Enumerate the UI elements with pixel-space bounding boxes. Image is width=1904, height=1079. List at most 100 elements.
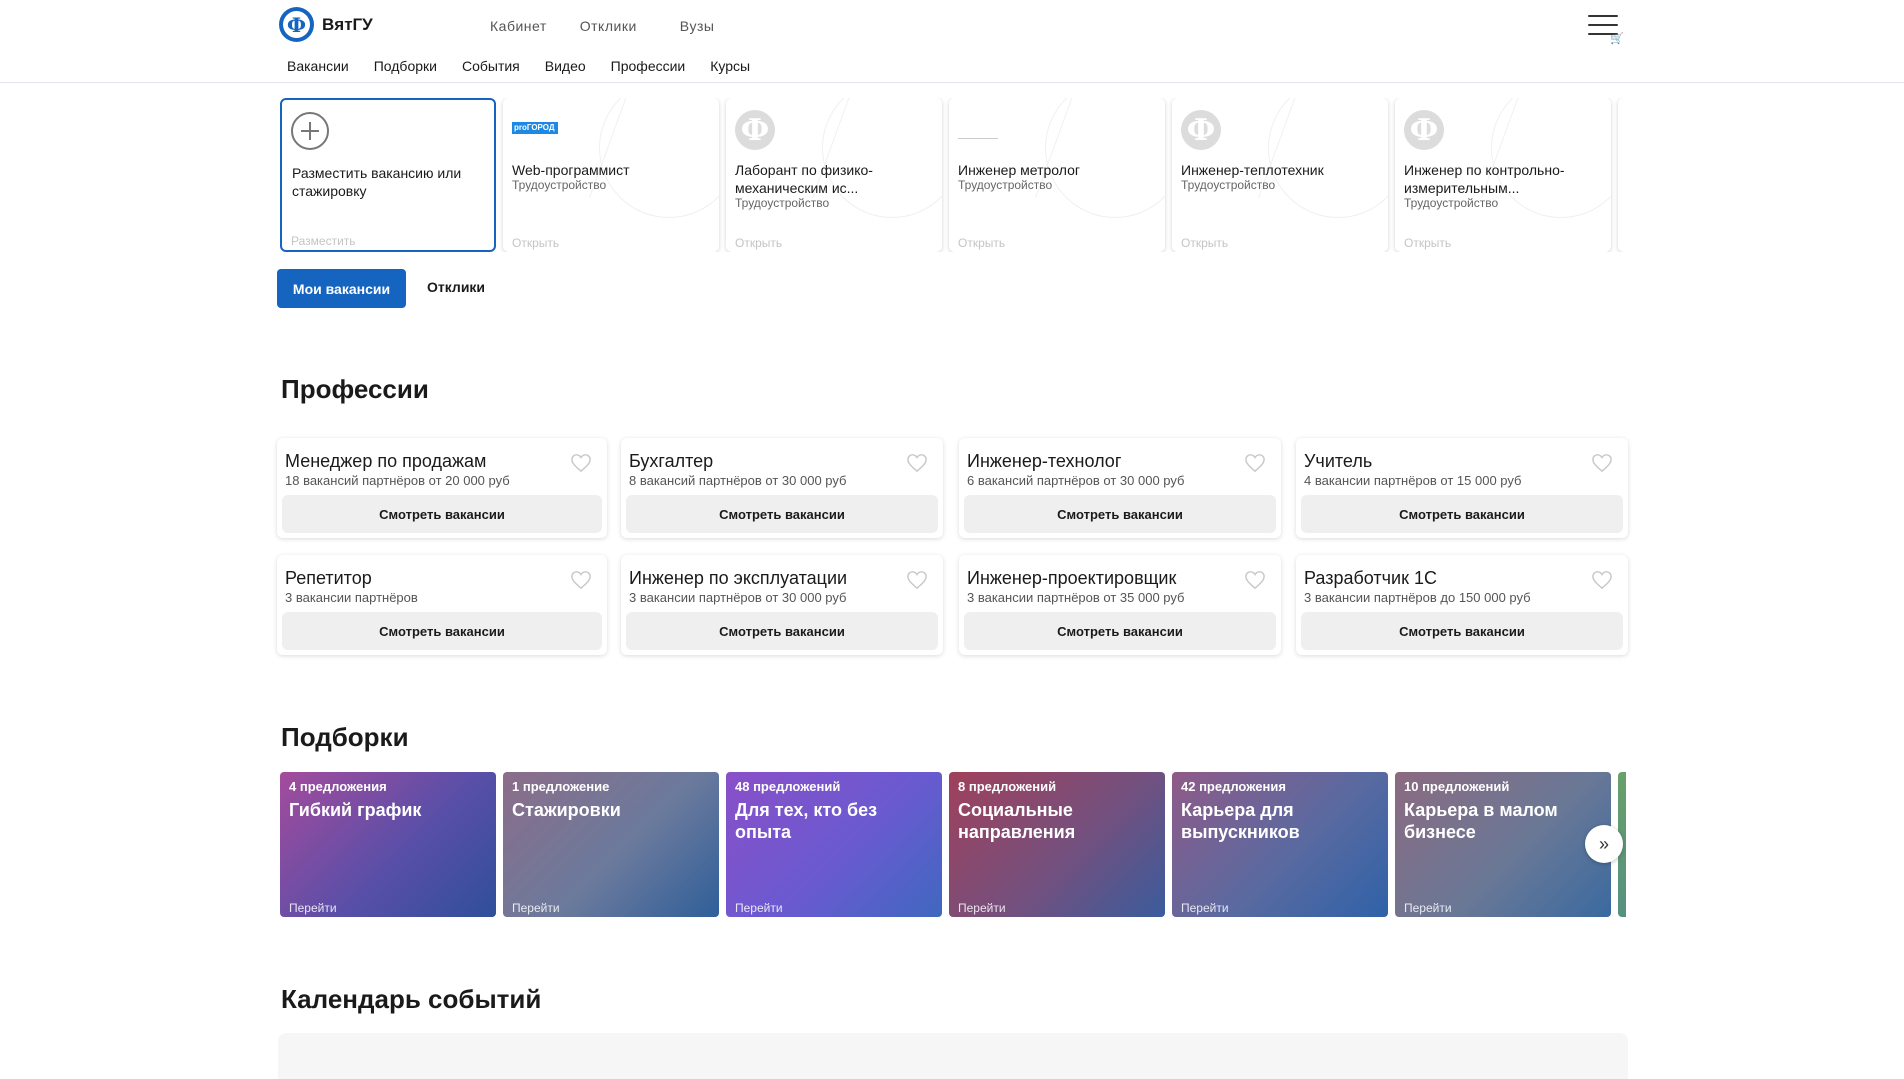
plus-icon: [291, 112, 329, 150]
view-vacancies-button[interactable]: Смотреть вакансии: [964, 612, 1276, 650]
nav-responses[interactable]: Отклики: [580, 18, 637, 34]
view-vacancies-button[interactable]: Смотреть вакансии: [1301, 495, 1623, 533]
collection-title: Для тех, кто без опыта: [735, 800, 878, 842]
responses-tab[interactable]: Отклики: [427, 279, 485, 295]
subnav-courses[interactable]: Курсы: [710, 58, 750, 74]
view-vacancies-button[interactable]: Смотреть вакансии: [1301, 612, 1623, 650]
view-vacancies-button[interactable]: Смотреть вакансии: [626, 495, 938, 533]
vacancy-type: Трудоустройство: [958, 178, 1053, 192]
vacancy-card[interactable]: Инженер метролог Трудоустройство Открыть: [949, 98, 1165, 252]
collection-card[interactable]: 8 предложений Социальные направления Перей…: [949, 772, 1165, 917]
collection-go-link[interactable]: Перейти: [1181, 901, 1229, 915]
profession-subtitle: 3 вакансии партнёров от 30 000 руб: [629, 590, 847, 605]
profession-card: Инженер-технолог 6 вакансий партнёров от …: [959, 438, 1281, 538]
collection-title: Стажировки: [512, 800, 621, 820]
collection-title: Гибкий график: [289, 800, 422, 820]
collection-card[interactable]: 10 предложений Карьера в малом бизнесе Пер…: [1395, 772, 1611, 917]
profession-title: Инженер-технолог: [967, 451, 1122, 471]
heart-icon[interactable]: [570, 570, 592, 590]
profession-title: Менеджер по продажам: [285, 451, 487, 471]
heart-icon[interactable]: [1244, 570, 1266, 590]
professions-heading: Профессии: [281, 374, 429, 404]
vacancy-type: Трудоустройство: [1404, 196, 1499, 210]
vacancy-action: Разместить: [291, 234, 356, 248]
vacancy-title: Лаборант по физико-механическим ис...: [735, 162, 873, 196]
heart-icon[interactable]: [906, 570, 928, 590]
vacancy-card[interactable]: Ф Лаборант по физико-механическим ис... …: [726, 98, 942, 252]
profession-subtitle: 3 вакансии партнёров: [285, 590, 418, 605]
vacancy-open-link[interactable]: Открыть: [512, 236, 559, 250]
profession-title: Учитель: [1304, 451, 1373, 471]
collection-count: 4 предложения: [289, 779, 387, 794]
add-vacancy-card[interactable]: Разместить вакансию или стажировку Разме…: [280, 98, 496, 252]
collection-card[interactable]: 48 предложений Для тех, кто без опыта Пере…: [726, 772, 942, 917]
profession-card: Разработчик 1С 3 вакансии партнёров до 15…: [1296, 555, 1628, 655]
vacancy-card[interactable]: proГОРОД Web-программист Трудоустройство…: [503, 98, 719, 252]
view-vacancies-button[interactable]: Смотреть вакансии: [626, 612, 938, 650]
collection-go-link[interactable]: Перейти: [289, 901, 337, 915]
progorod-logo: proГОРОД: [512, 110, 558, 134]
heart-icon[interactable]: [570, 453, 592, 473]
subnav-vacancies[interactable]: Вакансии: [287, 58, 349, 74]
profession-title: Репетитор: [285, 568, 372, 588]
vacancy-open-link[interactable]: Открыть: [1181, 236, 1228, 250]
collection-title: Карьера в малом бизнесе: [1404, 800, 1558, 842]
vacancy-card[interactable]: Ф Инженер по контрольно-измерительным...…: [1395, 98, 1611, 252]
vacancy-title: Web-программист: [512, 162, 630, 178]
profession-title: Разработчик 1С: [1304, 568, 1437, 588]
vacancy-title: Инженер по контрольно-измерительным...: [1404, 162, 1565, 196]
vacancy-open-link[interactable]: Открыть: [735, 236, 782, 250]
view-vacancies-button[interactable]: Смотреть вакансии: [282, 495, 602, 533]
collections-heading: Подборки: [281, 722, 409, 752]
logo[interactable]: Ф ВятГУ: [279, 7, 373, 42]
carousel-next-icon[interactable]: »: [1585, 825, 1623, 863]
nav-universities[interactable]: Вузы: [680, 18, 715, 34]
view-vacancies-button[interactable]: Смотреть вакансии: [282, 612, 602, 650]
collection-go-link[interactable]: Перейти: [512, 901, 560, 915]
menu-icon[interactable]: 🛒: [1588, 12, 1624, 46]
collection-count: 8 предложений: [958, 779, 1057, 794]
profession-title: Инженер-проектировщик: [967, 568, 1177, 588]
profession-card: Инженер-проектировщик 3 вакансии партнёро…: [959, 555, 1281, 655]
top-nav: Кабинет Отклики Вузы: [490, 18, 714, 34]
logo-icon: Ф: [279, 7, 314, 42]
subnav-video[interactable]: Видео: [545, 58, 586, 74]
collection-count: 10 предложений: [1404, 779, 1510, 794]
site-header: Ф ВятГУ Кабинет Отклики Вузы 🛒 Вакансии …: [0, 0, 1904, 83]
profession-title: Бухгалтер: [629, 451, 714, 471]
collection-go-link[interactable]: Перейти: [735, 901, 783, 915]
heart-icon[interactable]: [1244, 453, 1266, 473]
collection-count: 42 предложения: [1181, 779, 1286, 794]
collection-card[interactable]: 42 предложения Карьера для выпускников Пер…: [1172, 772, 1388, 917]
profession-subtitle: 8 вакансий партнёров от 30 000 руб: [629, 473, 847, 488]
collection-go-link[interactable]: Перейти: [958, 901, 1006, 915]
collection-title: Социальные направления: [958, 800, 1076, 842]
subnav-collections[interactable]: Подборки: [374, 58, 437, 74]
view-vacancies-button[interactable]: Смотреть вакансии: [964, 495, 1276, 533]
vacancy-title: Инженер метролог: [958, 162, 1080, 178]
my-vacancies-tab[interactable]: Мои вакансии: [277, 269, 406, 308]
collection-card[interactable]: 1 предложение Стажировки Перейти: [503, 772, 719, 917]
subnav-professions[interactable]: Профессии: [611, 58, 686, 74]
collection-count: 48 предложений: [735, 779, 841, 794]
placeholder-logo: Ф: [735, 110, 775, 150]
logo-text: ВятГУ: [322, 14, 373, 34]
vacancy-title: Инженер-теплотехник: [1181, 162, 1324, 178]
calendar-heading: Календарь событий: [281, 984, 542, 1014]
vacancy-card[interactable]: Ф Инженер-теплотехник Трудоустройство От…: [1172, 98, 1388, 252]
vacancy-carousel: Разместить вакансию или стажировку Разме…: [280, 98, 1626, 252]
heart-icon[interactable]: [906, 453, 928, 473]
heart-icon[interactable]: [1591, 570, 1613, 590]
profession-card: Инженер по эксплуатации 3 вакансии партнё…: [621, 555, 943, 655]
heart-icon[interactable]: [1591, 453, 1613, 473]
nav-cabinet[interactable]: Кабинет: [490, 18, 547, 34]
vacancy-title: Разместить вакансию или стажировку: [292, 165, 462, 199]
vacancy-open-link[interactable]: Открыть: [958, 236, 1005, 250]
subnav-events[interactable]: События: [462, 58, 520, 74]
cart-icon: 🛒: [1610, 33, 1624, 45]
collection-card[interactable]: 4 предложения Гибкий график Перейти: [280, 772, 496, 917]
vacancy-card-partial[interactable]: [1618, 98, 1626, 252]
collection-go-link[interactable]: Перейти: [1404, 901, 1452, 915]
collections-carousel: 4 предложения Гибкий график Перейти 1 предл…: [280, 772, 1626, 917]
vacancy-open-link[interactable]: Открыть: [1404, 236, 1451, 250]
